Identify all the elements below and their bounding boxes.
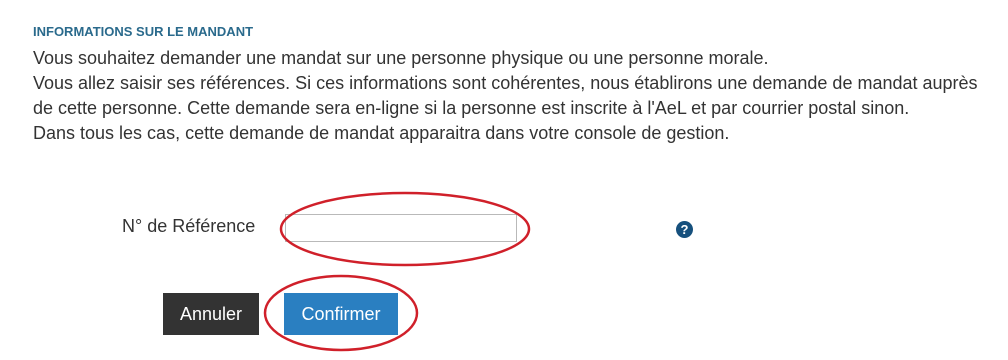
reference-input[interactable] (285, 214, 517, 242)
section-title: INFORMATIONS SUR LE MANDANT (33, 24, 254, 39)
reference-label: N° de Référence (122, 216, 256, 236)
question-circle-icon[interactable]: ? (676, 221, 693, 238)
confirm-button[interactable]: Confirmer (284, 293, 398, 335)
intro-paragraph: Vous souhaitez demander une mandat sur u… (33, 48, 769, 68)
intro-paragraph: Vous allez saisir ses références. Si ces… (33, 73, 978, 118)
intro-text: Vous souhaitez demander une mandat sur u… (33, 46, 983, 146)
intro-paragraph: Dans tous les cas, cette demande de mand… (33, 123, 730, 143)
mandate-request-form: INFORMATIONS SUR LE MANDANT Vous souhait… (0, 0, 1008, 360)
cancel-button[interactable]: Annuler (163, 293, 259, 335)
